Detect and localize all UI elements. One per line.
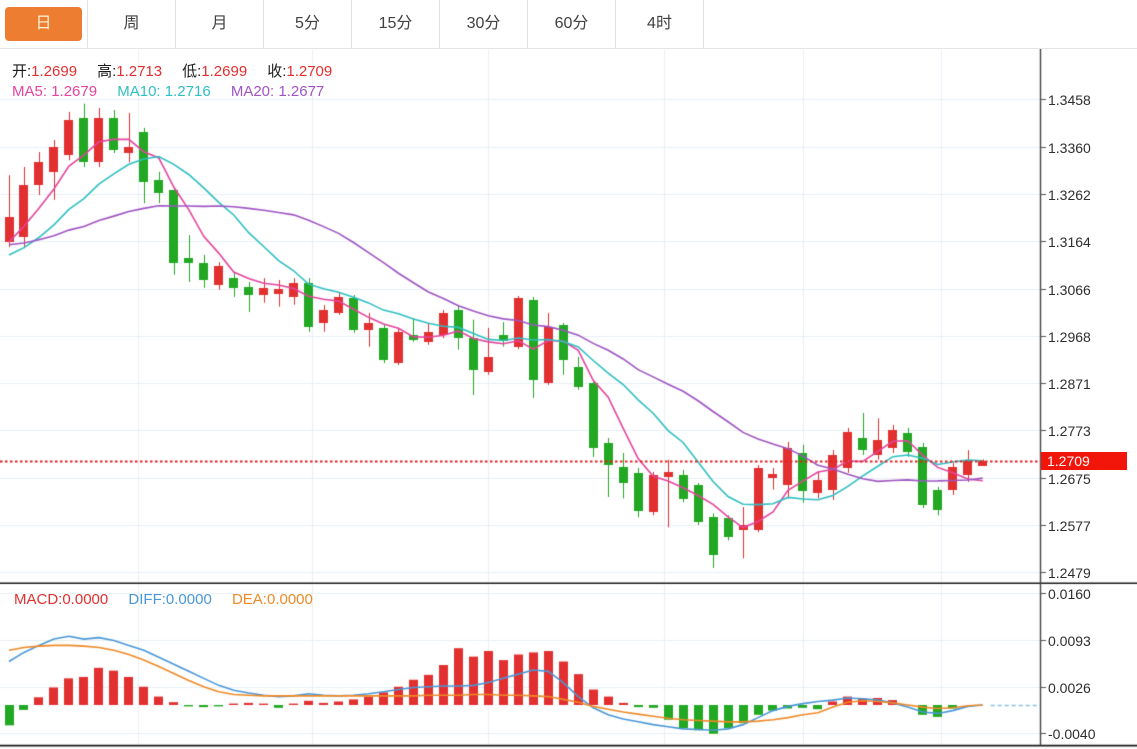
trading-chart-app: 日 周 月 5分 15分 30分 60分 4时 开:1.2699高:1.2713… xyxy=(0,0,1137,749)
price-tick-label: 1.3262 xyxy=(1048,187,1091,203)
tab-4hour[interactable]: 4时 xyxy=(616,0,704,48)
macd-tick-label: 0.0026 xyxy=(1048,680,1091,696)
price-tick-label: 1.2773 xyxy=(1048,423,1091,439)
timeframe-tabbar: 日 周 月 5分 15分 30分 60分 4时 xyxy=(0,0,1137,49)
price-tick-label: 1.2871 xyxy=(1048,376,1091,392)
price-tick-label: 1.2675 xyxy=(1048,471,1091,487)
macd-tick-label: 0.0160 xyxy=(1048,586,1091,602)
tab-weekly[interactable]: 周 xyxy=(88,0,176,48)
tab-5min-label: 5分 xyxy=(269,7,346,41)
price-tick-label: 1.2968 xyxy=(1048,329,1091,345)
tab-monthly[interactable]: 月 xyxy=(176,0,264,48)
price-tick-label: 1.3360 xyxy=(1048,140,1091,156)
tab-15min[interactable]: 15分 xyxy=(352,0,440,48)
tab-daily[interactable]: 日 xyxy=(0,0,88,48)
price-tick-label: 1.3066 xyxy=(1048,282,1091,298)
tab-daily-label: 日 xyxy=(5,7,82,41)
tab-4hour-label: 4时 xyxy=(621,7,698,41)
tab-30min[interactable]: 30分 xyxy=(440,0,528,48)
macd-tick-label: -0.0040 xyxy=(1048,726,1095,742)
tab-monthly-label: 月 xyxy=(181,7,258,41)
price-tick-label: 1.2479 xyxy=(1048,565,1091,581)
tab-30min-label: 30分 xyxy=(445,7,522,41)
tab-weekly-label: 周 xyxy=(93,7,170,41)
current-price-badge: 1.2709 xyxy=(1041,452,1127,470)
tab-60min-label: 60分 xyxy=(533,7,610,41)
price-tick-label: 1.3164 xyxy=(1048,234,1091,250)
price-tick-label: 1.3458 xyxy=(1048,92,1091,108)
price-tick-label: 1.2577 xyxy=(1048,518,1091,534)
tab-15min-label: 15分 xyxy=(357,7,434,41)
tab-5min[interactable]: 5分 xyxy=(264,0,352,48)
tab-60min[interactable]: 60分 xyxy=(528,0,616,48)
macd-tick-label: 0.0093 xyxy=(1048,633,1091,649)
candlestick-chart-canvas[interactable] xyxy=(0,0,1137,749)
